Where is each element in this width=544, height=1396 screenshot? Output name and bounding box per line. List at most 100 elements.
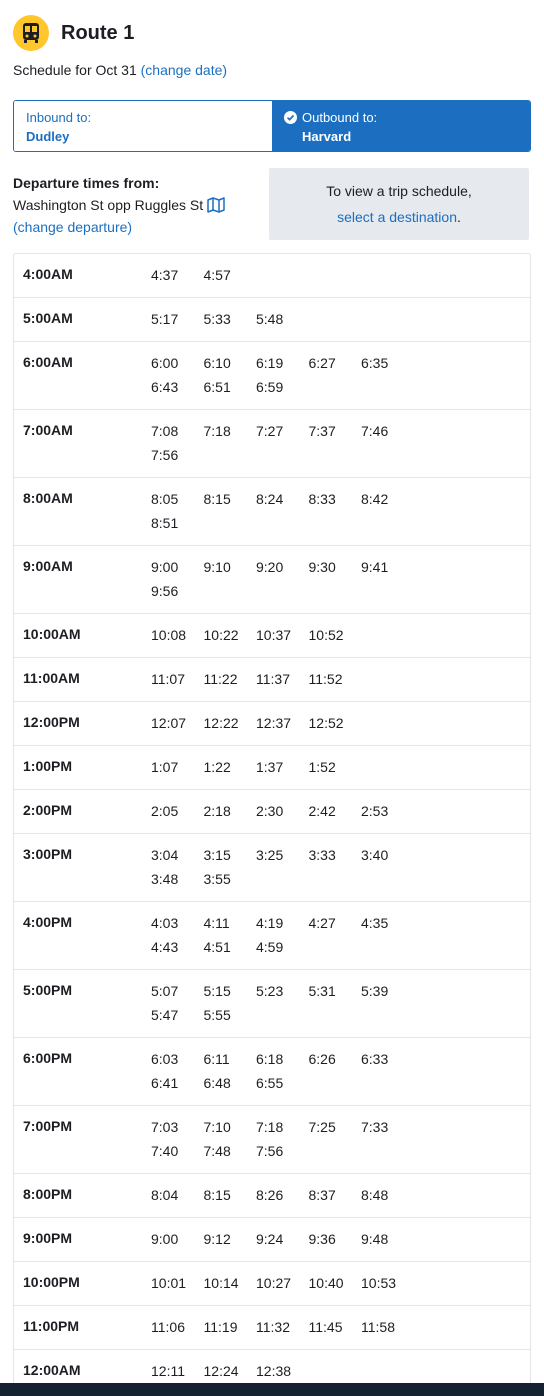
departure-heading: Departure times from: xyxy=(13,175,160,191)
departure-time: 5:55 xyxy=(203,1007,231,1023)
hour-label: 10:00AM xyxy=(23,626,81,642)
departure-time: 10:37 xyxy=(256,627,292,643)
hour-label: 3:00PM xyxy=(23,846,73,862)
hour-label: 11:00AM xyxy=(23,670,80,686)
departure-times: 12:07 12:22 12:37 12:52 xyxy=(151,711,416,735)
departure-time: 11:52 xyxy=(308,671,343,687)
check-circle-icon xyxy=(284,111,297,124)
route-header: Route 1 xyxy=(13,13,134,53)
schedule-row: 4:00PM 4:03 4:11 4:19 4:27 4:35 4:43 4:51 4:59 xyxy=(14,901,530,969)
departure-time: 8:26 xyxy=(256,1187,284,1203)
departure-time: 6:26 xyxy=(308,1051,336,1067)
departure-time: 3:33 xyxy=(308,847,336,863)
departure-time: 9:00 xyxy=(151,1231,179,1247)
departure-time: 6:43 xyxy=(151,379,179,395)
departure-time: 9:48 xyxy=(361,1231,389,1247)
trip-prompt-suffix: . xyxy=(456,209,461,225)
departure-time: 8:51 xyxy=(151,515,179,531)
schedule-row: 9:00AM 9:00 9:10 9:20 9:30 9:41 9:56 xyxy=(14,545,530,613)
change-date-link[interactable]: (change date) xyxy=(141,62,227,78)
departure-time: 10:52 xyxy=(308,627,344,643)
schedule-row: 6:00AM 6:00 6:10 6:19 6:27 6:35 6:43 6:51 6:59 xyxy=(14,341,530,409)
schedule-row: 8:00AM 8:05 8:15 8:24 8:33 8:42 8:51 xyxy=(14,477,530,545)
schedule-table: 4:00AM 4:37 4:57 5:00AM 5:17 5:33 5:48 6:00AM 6:… xyxy=(13,253,531,1396)
map-icon[interactable] xyxy=(207,197,225,213)
departure-time: 5:33 xyxy=(203,311,231,327)
departure-time: 10:14 xyxy=(203,1275,239,1291)
schedule-row: 5:00PM 5:07 5:15 5:23 5:31 5:39 5:47 5:55 xyxy=(14,969,530,1037)
departure-time: 6:55 xyxy=(256,1075,284,1091)
footer-bar xyxy=(0,1383,544,1396)
departure-times: 9:00 9:12 9:24 9:36 9:48 xyxy=(151,1227,416,1251)
departure-time: 11:19 xyxy=(203,1319,238,1335)
hour-label: 12:00AM xyxy=(23,1362,81,1378)
departure-time: 7:27 xyxy=(256,423,284,439)
departure-times: 8:04 8:15 8:26 8:37 8:48 xyxy=(151,1183,416,1207)
departure-time: 8:04 xyxy=(151,1187,179,1203)
departure-time: 4:27 xyxy=(308,915,336,931)
hour-label: 12:00PM xyxy=(23,714,80,730)
departure-time: 6:19 xyxy=(256,355,284,371)
departure-time: 7:40 xyxy=(151,1143,179,1159)
hour-label: 4:00AM xyxy=(23,266,73,282)
departure-times: 3:04 3:15 3:25 3:33 3:40 3:48 3:55 xyxy=(151,843,416,891)
departure-time: 2:18 xyxy=(203,803,231,819)
departure-time: 7:18 xyxy=(256,1119,284,1135)
departure-time: 9:30 xyxy=(308,559,336,575)
departure-time: 3:04 xyxy=(151,847,179,863)
departure-time: 12:24 xyxy=(203,1363,239,1379)
departure-time: 12:11 xyxy=(151,1363,185,1379)
trip-schedule-prompt: To view a trip schedule, select a destin… xyxy=(269,168,529,240)
departure-time: 10:08 xyxy=(151,627,187,643)
departure-time: 10:53 xyxy=(361,1275,397,1291)
departure-times: 10:08 10:22 10:37 10:52 xyxy=(151,623,416,647)
departure-time: 10:40 xyxy=(308,1275,344,1291)
departure-time: 9:20 xyxy=(256,559,284,575)
schedule-row: 7:00PM 7:03 7:10 7:18 7:25 7:33 7:40 7:48 7:56 xyxy=(14,1105,530,1173)
schedule-row: 11:00AM 11:07 11:22 11:37 11:52 xyxy=(14,657,530,701)
departure-time: 5:15 xyxy=(203,983,231,999)
departure-time: 7:56 xyxy=(151,447,179,463)
schedule-row: 1:00PM 1:07 1:22 1:37 1:52 xyxy=(14,745,530,789)
departure-times: 2:05 2:18 2:30 2:42 2:53 xyxy=(151,799,416,823)
departure-time: 3:55 xyxy=(203,871,231,887)
departure-time: 12:37 xyxy=(256,715,292,731)
departure-time: 8:42 xyxy=(361,491,389,507)
departure-time: 1:52 xyxy=(308,759,336,775)
departure-times: 11:07 11:22 11:37 11:52 xyxy=(151,667,416,691)
change-departure-link[interactable]: (change departure) xyxy=(13,216,263,238)
departure-time: 9:10 xyxy=(203,559,231,575)
departure-stop-name: Washington St opp Ruggles St xyxy=(13,197,204,213)
hour-label: 10:00PM xyxy=(23,1274,80,1290)
schedule-row: 2:00PM 2:05 2:18 2:30 2:42 2:53 xyxy=(14,789,530,833)
departure-times: 5:17 5:33 5:48 xyxy=(151,307,416,331)
select-destination-link[interactable]: select a destination xyxy=(337,209,457,225)
departure-time: 11:22 xyxy=(203,671,238,687)
outbound-direction-button[interactable]: Outbound to: Harvard xyxy=(272,101,530,151)
inbound-direction-button[interactable]: Inbound to: Dudley xyxy=(14,101,272,151)
hour-label: 4:00PM xyxy=(23,914,73,930)
departure-time: 8:15 xyxy=(203,1187,231,1203)
departure-time: 9:41 xyxy=(361,559,389,575)
schedule-row: 10:00AM 10:08 10:22 10:37 10:52 xyxy=(14,613,530,657)
hour-label: 8:00AM xyxy=(23,490,73,506)
departure-time: 4:59 xyxy=(256,939,284,955)
inbound-label: Inbound to: xyxy=(26,110,92,125)
departure-time: 6:00 xyxy=(151,355,179,371)
departure-time: 9:56 xyxy=(151,583,179,599)
departure-info: Departure times from: Washington St opp … xyxy=(13,172,263,238)
departure-time: 6:03 xyxy=(151,1051,179,1067)
departure-time: 7:10 xyxy=(203,1119,231,1135)
departure-time: 6:10 xyxy=(203,355,231,371)
inbound-destination: Dudley xyxy=(26,129,70,144)
departure-time: 7:18 xyxy=(203,423,231,439)
departure-time: 11:45 xyxy=(308,1319,343,1335)
departure-time: 5:23 xyxy=(256,983,284,999)
departure-time: 4:43 xyxy=(151,939,179,955)
departure-time: 8:48 xyxy=(361,1187,389,1203)
departure-time: 1:37 xyxy=(256,759,284,775)
departure-time: 2:30 xyxy=(256,803,284,819)
departure-time: 7:37 xyxy=(308,423,336,439)
departure-time: 6:59 xyxy=(256,379,284,395)
departure-time: 6:41 xyxy=(151,1075,179,1091)
